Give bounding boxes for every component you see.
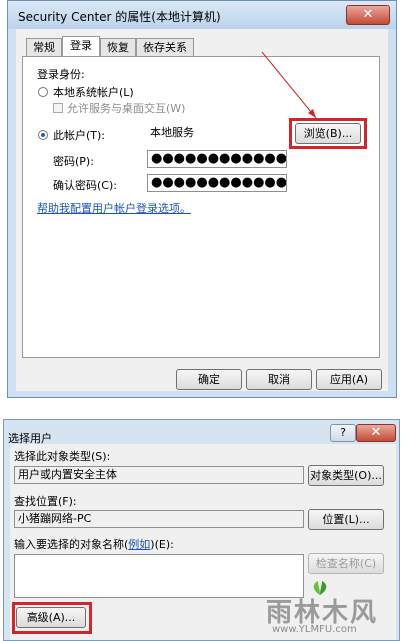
confirm-password-field[interactable]: ●●●●●●●●●●●●●●● bbox=[147, 174, 287, 192]
confirm-password-mask: ●●●●●●●●●●●●●●● bbox=[151, 175, 287, 190]
ok-label: 确定 bbox=[198, 373, 220, 386]
location-label: 查找位置(F): bbox=[14, 495, 77, 508]
locations-button[interactable]: 位置(L)... bbox=[308, 509, 384, 530]
help-configure-link[interactable]: 帮助我配置用户帐户登录选项。 bbox=[37, 200, 191, 216]
advanced-highlight-box bbox=[12, 602, 92, 634]
watermark-url: www.YLMFU.com bbox=[272, 624, 357, 635]
locations-label: 位置(L)... bbox=[322, 513, 370, 526]
apply-label: 应用(A) bbox=[329, 373, 369, 386]
check-names-label: 检查名称(C) bbox=[315, 557, 377, 570]
close-icon: ✕ bbox=[370, 425, 382, 440]
ok-button[interactable]: 确定 bbox=[176, 369, 242, 390]
object-names-textarea[interactable] bbox=[14, 554, 304, 598]
location-value: 小猪蹦网络-PC bbox=[18, 512, 92, 525]
confirm-password-label: 确认密码(C): bbox=[53, 179, 117, 192]
check-names-button[interactable]: 检查名称(C) bbox=[308, 553, 384, 574]
location-field: 小猪蹦网络-PC bbox=[14, 510, 304, 528]
password-mask: ●●●●●●●●●●●●●●● bbox=[151, 151, 287, 166]
cancel-button[interactable]: 取消 bbox=[246, 369, 312, 390]
examples-link[interactable]: 例如 bbox=[128, 538, 150, 551]
dialog2-close-button[interactable]: ✕ bbox=[356, 424, 396, 442]
password-field[interactable]: ●●●●●●●●●●●●●●● bbox=[147, 150, 287, 168]
object-type-value: 用户或内置安全主体 bbox=[18, 468, 117, 481]
enter-names-prefix: 输入要选择的对象名称( bbox=[14, 538, 129, 551]
help-icon: ? bbox=[340, 426, 346, 439]
object-types-label: 对象类型(O)... bbox=[310, 469, 382, 482]
enter-names-suffix: )(E): bbox=[150, 538, 174, 551]
enter-names-label: 输入要选择的对象名称(例如)(E): bbox=[14, 536, 174, 552]
object-types-button[interactable]: 对象类型(O)... bbox=[308, 465, 384, 486]
object-type-label: 选择此对象类型(S): bbox=[14, 450, 111, 463]
password-label: 密码(P): bbox=[53, 155, 94, 168]
apply-button[interactable]: 应用(A) bbox=[316, 369, 382, 390]
cancel-label: 取消 bbox=[268, 373, 290, 386]
annotation-arrow bbox=[261, 51, 317, 119]
dialog2-help-button[interactable]: ? bbox=[330, 424, 356, 442]
site-watermark: 雨林木风 www.YLMFU.com bbox=[262, 580, 402, 638]
object-type-field: 用户或内置安全主体 bbox=[14, 466, 304, 484]
